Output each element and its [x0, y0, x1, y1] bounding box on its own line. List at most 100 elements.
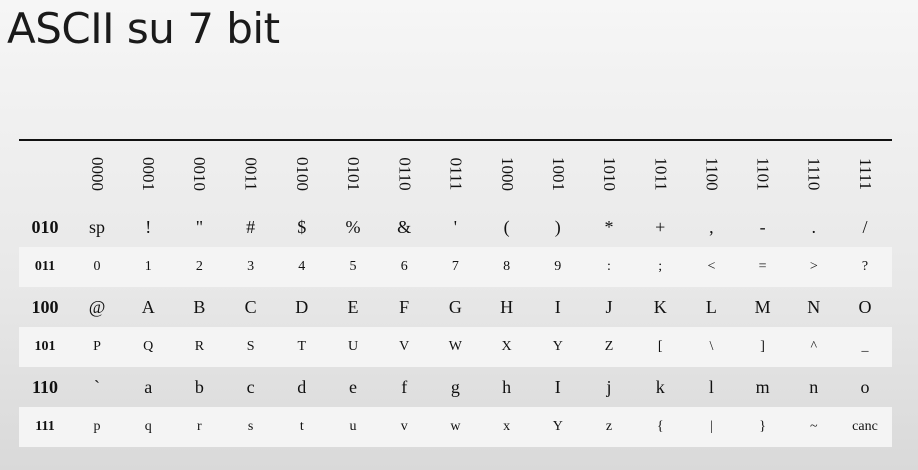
table-cell: r: [197, 419, 202, 434]
table-cell: z: [605, 419, 613, 434]
table-cell: d: [297, 376, 307, 397]
column-header: 0000: [72, 141, 122, 207]
row-label: 010: [31, 216, 59, 237]
table-cell: A: [141, 296, 155, 317]
table-cell: 8: [503, 259, 511, 274]
table-cell: w: [450, 419, 461, 434]
table-cell: 1: [144, 259, 152, 274]
column-header: 0111: [430, 141, 480, 207]
column-header: 1111: [840, 141, 890, 207]
table-cell: F: [399, 296, 410, 317]
column-header: 0011: [226, 141, 276, 207]
table-cell: |: [709, 419, 713, 434]
column-header: 1000: [482, 141, 532, 207]
table-body: 010 sp! " # $% & '() * +, -./011 0 1 2 3 4 5 6 7 8 9:; < = >? 1…: [19, 207, 892, 447]
table-cell: #: [246, 216, 256, 237]
table-cell: I: [554, 296, 561, 317]
column-header-label: 0100: [292, 157, 312, 191]
table-cell: 0: [93, 259, 101, 274]
table-cell: 6: [400, 259, 408, 274]
table-cell: =: [758, 259, 767, 274]
column-header-label: 0110: [395, 157, 415, 191]
column-header-label: 1110: [804, 157, 824, 191]
table-cell: c: [246, 376, 255, 397]
row-label: 111: [35, 419, 55, 434]
table-cell: 4: [298, 259, 306, 274]
column-header: 1100: [686, 141, 736, 207]
table-cell: V: [399, 339, 410, 354]
table-cell: %: [345, 216, 361, 237]
column-header-label: 1001: [548, 157, 568, 191]
column-header: 0010: [174, 141, 224, 207]
table-cell: C: [244, 296, 257, 317]
table-cell: (: [503, 216, 510, 237]
table-cell: Q: [143, 339, 154, 354]
table-row: 011 0 1 2 3 4 5 6 7 8 9:; < = >?: [19, 247, 892, 287]
table-cell: [: [657, 339, 663, 354]
column-header-label: 0111: [446, 157, 466, 191]
table-cell: *: [604, 216, 614, 237]
table-cell: ;: [658, 259, 663, 274]
table-cell: I: [554, 376, 561, 397]
table-cell: !: [145, 216, 152, 237]
column-header-label: 1010: [600, 157, 619, 191]
table-cell: k: [655, 376, 665, 397]
slide-title: ASCII su 7 bit: [7, 4, 280, 53]
column-header-label: 0000: [88, 157, 107, 191]
table-cell: +: [655, 216, 666, 237]
row-label: 110: [31, 376, 58, 397]
table-cell: O: [858, 296, 872, 317]
table-cell: f: [401, 376, 408, 397]
table-cell: /: [862, 216, 868, 237]
table-cell: ~: [810, 419, 818, 434]
column-header-label: 1000: [497, 157, 517, 191]
row-label: 100: [31, 296, 59, 317]
table-cell: \: [709, 339, 714, 354]
table-cell: G: [448, 296, 462, 317]
table-row: 100 @ A B C D E F G H I J K L M N O: [19, 287, 892, 327]
column-header-label: 1101: [753, 157, 773, 191]
column-header: 1110: [789, 141, 839, 207]
table-cell: m: [755, 376, 770, 397]
table-cell: `: [94, 376, 100, 397]
table-cell: Y: [552, 419, 563, 434]
column-header-label: 0101: [344, 157, 363, 191]
table-cell: n: [809, 376, 819, 397]
table-cell: U: [347, 339, 359, 354]
table-cell: T: [297, 339, 307, 354]
table-cell: :: [607, 259, 611, 274]
column-header-label: 0010: [190, 157, 210, 191]
table-row: 010 sp! " # $% & ' () * +, -. /: [19, 207, 892, 247]
table-cell: ': [453, 216, 458, 237]
table-cell: N: [807, 296, 821, 317]
table-cell: >: [809, 259, 818, 274]
table-cell: }: [759, 419, 766, 434]
table-cell: canc: [852, 419, 878, 434]
table-cell: h: [502, 376, 512, 397]
table-cell: <: [707, 259, 716, 274]
table-cell: u: [349, 419, 357, 434]
table-cell: 9: [554, 259, 562, 274]
table-cell: ): [554, 216, 561, 237]
table-cell: x: [503, 419, 511, 434]
table-cell: {: [656, 419, 664, 434]
table-cell: 7: [451, 259, 459, 274]
table-cell: @: [88, 296, 106, 317]
table-cell: M: [754, 296, 771, 317]
column-header: 0110: [379, 141, 429, 207]
row-label: 101: [34, 339, 56, 354]
table-cell: L: [705, 296, 717, 317]
table-cell: o: [860, 376, 870, 397]
table-cell: g: [450, 376, 460, 397]
table-cell: .: [811, 216, 817, 237]
table-cell: D: [295, 296, 309, 317]
ascii-table: 0000 0001 0010 0011 0100 0101 0110 0111 1000 1001…: [19, 139, 892, 447]
column-header: 1010: [584, 141, 634, 207]
table-cell: q: [144, 419, 152, 434]
table-cell: 5: [349, 259, 357, 274]
table-cell: e: [349, 376, 357, 397]
table-cell: ,: [709, 216, 714, 237]
row-label: 011: [34, 259, 56, 274]
column-header: 1001: [533, 141, 583, 207]
table-cell: X: [501, 339, 512, 354]
